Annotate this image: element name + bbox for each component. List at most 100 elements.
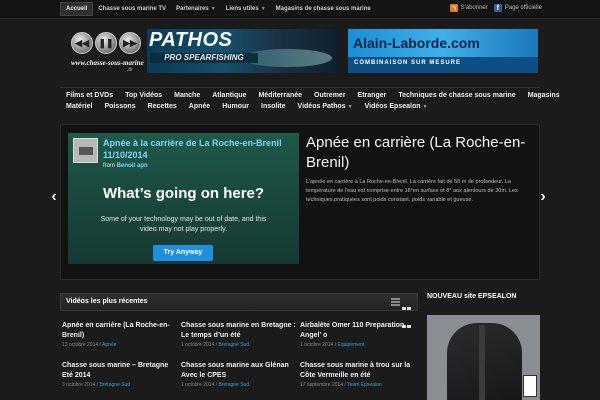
pathos-banner-subtitle: PRO SPEARFISHING [150,53,258,63]
pathos-banner[interactable]: PATHOS PRO SPEARFISHING [147,29,338,73]
post-date: 13 octobre 2014 [62,342,99,348]
nav-divider [60,87,540,88]
post-category[interactable]: Bretagne Sud [219,382,250,388]
nav-item-films[interactable]: Films et DVDs [60,90,119,101]
nav-label: Vidéos Pathos [297,103,346,110]
official-page-link[interactable]: Page officielle [505,5,542,11]
top-nav-item-accueil[interactable]: Accueil [60,2,94,16]
post-meta: 1 octobre 2014 / Bretagne Sud [181,342,296,348]
post-category[interactable]: Apnée [102,342,116,348]
chevron-down-icon: ▼ [210,6,216,12]
post-title[interactable]: Chasse sous marine aux Glénan Avec le CP… [181,361,296,381]
slider-prev-arrow-icon[interactable]: ‹ [48,189,60,206]
nav-item-top-videos[interactable]: Top Vidéos [119,90,168,101]
nav-item-insolite[interactable]: Insolite [255,101,292,112]
slide-title[interactable]: Apnée en carrière (La Roche-en-Brenil) [306,133,536,173]
site-logo[interactable]: ◀◀ ❚❚ ▶▶ www.chasse-sous-marine .tv [69,30,144,74]
post-title[interactable]: Chasse sous marine en Bretagne : Le temp… [181,321,296,341]
post-meta: 1 octobre 2014 / Equipement [300,342,415,348]
post-category[interactable]: Team Epsealon [347,382,381,388]
alain-laborde-banner-subtitle: COMBINAISON SUR MESURE [354,60,462,66]
grid-view-icon[interactable] [402,298,411,328]
brand-badge [523,375,537,397]
epsealon-wetsuit-image[interactable] [427,315,540,400]
main-nav: Films et DVDs Top Vidéos Manche Atlantiq… [60,87,560,120]
nav-item-mediterranee[interactable]: Méditerranée [252,90,308,101]
logo-tld: .tv [127,67,133,73]
post-title[interactable]: Airbalète Omer 110 Preparation Angel' o [300,321,415,341]
rewind-icon: ◀◀ [71,32,93,54]
chevron-down-icon: ▼ [347,104,353,110]
nav-item-atlantique[interactable]: Atlantique [206,90,252,101]
video-byline: from Benoit apn [103,163,148,169]
pathos-banner-title: PATHOS [149,29,233,51]
nav-item-poissons[interactable]: Poissons [98,101,141,112]
top-nav-label: Liens utiles [225,6,259,12]
top-nav-label: Chasse sous marine TV [98,6,167,12]
top-nav-item-tv[interactable]: Chasse sous marine TV [93,3,171,15]
nav-item-humour[interactable]: Humour [216,101,255,112]
list-item: Chasse sous marine – Bretagne Eté 2014 3… [62,361,177,388]
nav-item-recettes[interactable]: Recettes [142,101,183,112]
list-item: Chasse sous marine aux Glénan Avec le CP… [181,361,296,388]
top-nav-label: Partenaires [176,6,209,12]
alain-laborde-banner[interactable]: Alain-Laborde.com COMBINAISON SUR MESURE [348,29,538,73]
nav-item-magasins[interactable]: Magasins [522,90,566,101]
list-view-icon[interactable] [391,298,400,306]
top-nav-label: Magasins de chasse sous marine [275,6,371,12]
top-links: S'abonner f Page officielle [449,4,542,12]
post-date: 17 septembre 2014 [300,382,344,388]
post-title[interactable]: Chasse sous marine – Bretagne Eté 2014 [62,361,177,381]
post-category[interactable]: Bretagne Sud [100,382,131,388]
slide-description: L'apnée en carrière à La Roche-en-Brenil… [306,179,518,203]
facebook-icon[interactable]: f [493,4,502,12]
subscribe-link[interactable]: S'abonner [461,5,488,11]
video-error-message: Some of your technology may be out of da… [100,216,267,233]
post-category[interactable]: Bretagne Sud [219,342,250,348]
post-title[interactable]: Apnée en carrière (La Roche-en-Brenil) [62,321,177,341]
top-nav-item-partenaires[interactable]: Partenaires ▼ [171,3,221,15]
nav-item-techniques[interactable]: Techniques de chasse sous marine [392,90,521,101]
post-meta: 1 octobre 2014 / Bretagne Sud [181,382,296,388]
main-nav-row-1: Films et DVDs Top Vidéos Manche Atlantiq… [60,90,560,101]
video-player[interactable]: Apnée à la carrière de La Roche-en-Breni… [68,133,299,264]
main-nav-row-2: Matériel Poissons Recettes Apnée Humour … [60,101,540,112]
video-title[interactable]: Apnée à la carrière de La Roche-en-Breni… [103,137,293,161]
logo-text: www.chasse-sous-marine [71,59,144,67]
nav-label: Vidéos Epsealon [364,103,421,110]
nav-item-outremer[interactable]: Outremer [308,90,352,101]
list-item: Chasse sous marine en Bretagne : Le temp… [181,321,296,348]
alain-laborde-banner-title: Alain-Laborde.com [353,35,480,51]
try-anyway-button[interactable]: Try Anyway [153,245,213,261]
nav-item-materiel[interactable]: Matériel [60,101,98,112]
nav-item-etranger[interactable]: Etranger [352,90,393,101]
sidebar-heading: NOUVEAU site EPSEALON [427,293,517,300]
rss-icon[interactable] [449,4,458,12]
fast-forward-icon: ▶▶ [119,32,141,54]
post-meta: 13 octobre 2014 / Apnée [62,342,177,348]
post-title[interactable]: Chasse sous marine à trou sur la Côte Ve… [300,361,415,381]
video-author[interactable]: Benoit apn [117,163,148,169]
wetsuit-zip [479,325,485,400]
slider-next-arrow-icon[interactable]: › [537,189,549,206]
top-bar: Accueil Chasse sous marine TV Partenaire… [0,0,600,19]
nav-item-videos-pathos[interactable]: Vidéos Pathos ▼ [292,101,359,112]
chevron-down-icon: ▼ [260,6,266,12]
top-nav-item-magasins[interactable]: Magasins de chasse sous marine [271,3,376,15]
byline-prefix: from [103,163,115,169]
recent-videos-header: Vidéos les plus récentes [60,293,418,328]
top-nav-label: Accueil [66,6,88,12]
video-error-title: What’s going on here? [102,185,265,202]
top-nav: Accueil Chasse sous marine TV Partenaire… [60,2,376,16]
pause-icon: ❚❚ [95,32,117,54]
list-item: Chasse sous marine à trou sur la Côte Ve… [300,361,415,388]
author-avatar[interactable] [73,138,98,163]
nav-item-manche[interactable]: Manche [168,90,206,101]
post-category[interactable]: Equipement [338,342,365,348]
recent-videos-heading: Vidéos les plus récentes [66,298,148,305]
nav-item-apnee[interactable]: Apnée [183,101,216,112]
post-date: 1 octobre 2014 [181,382,215,388]
top-nav-item-liens[interactable]: Liens utiles ▼ [221,3,271,15]
nav-item-videos-epsealon[interactable]: Vidéos Epsealon ▼ [359,101,434,112]
post-date: 1 octobre 2014 [300,342,334,348]
